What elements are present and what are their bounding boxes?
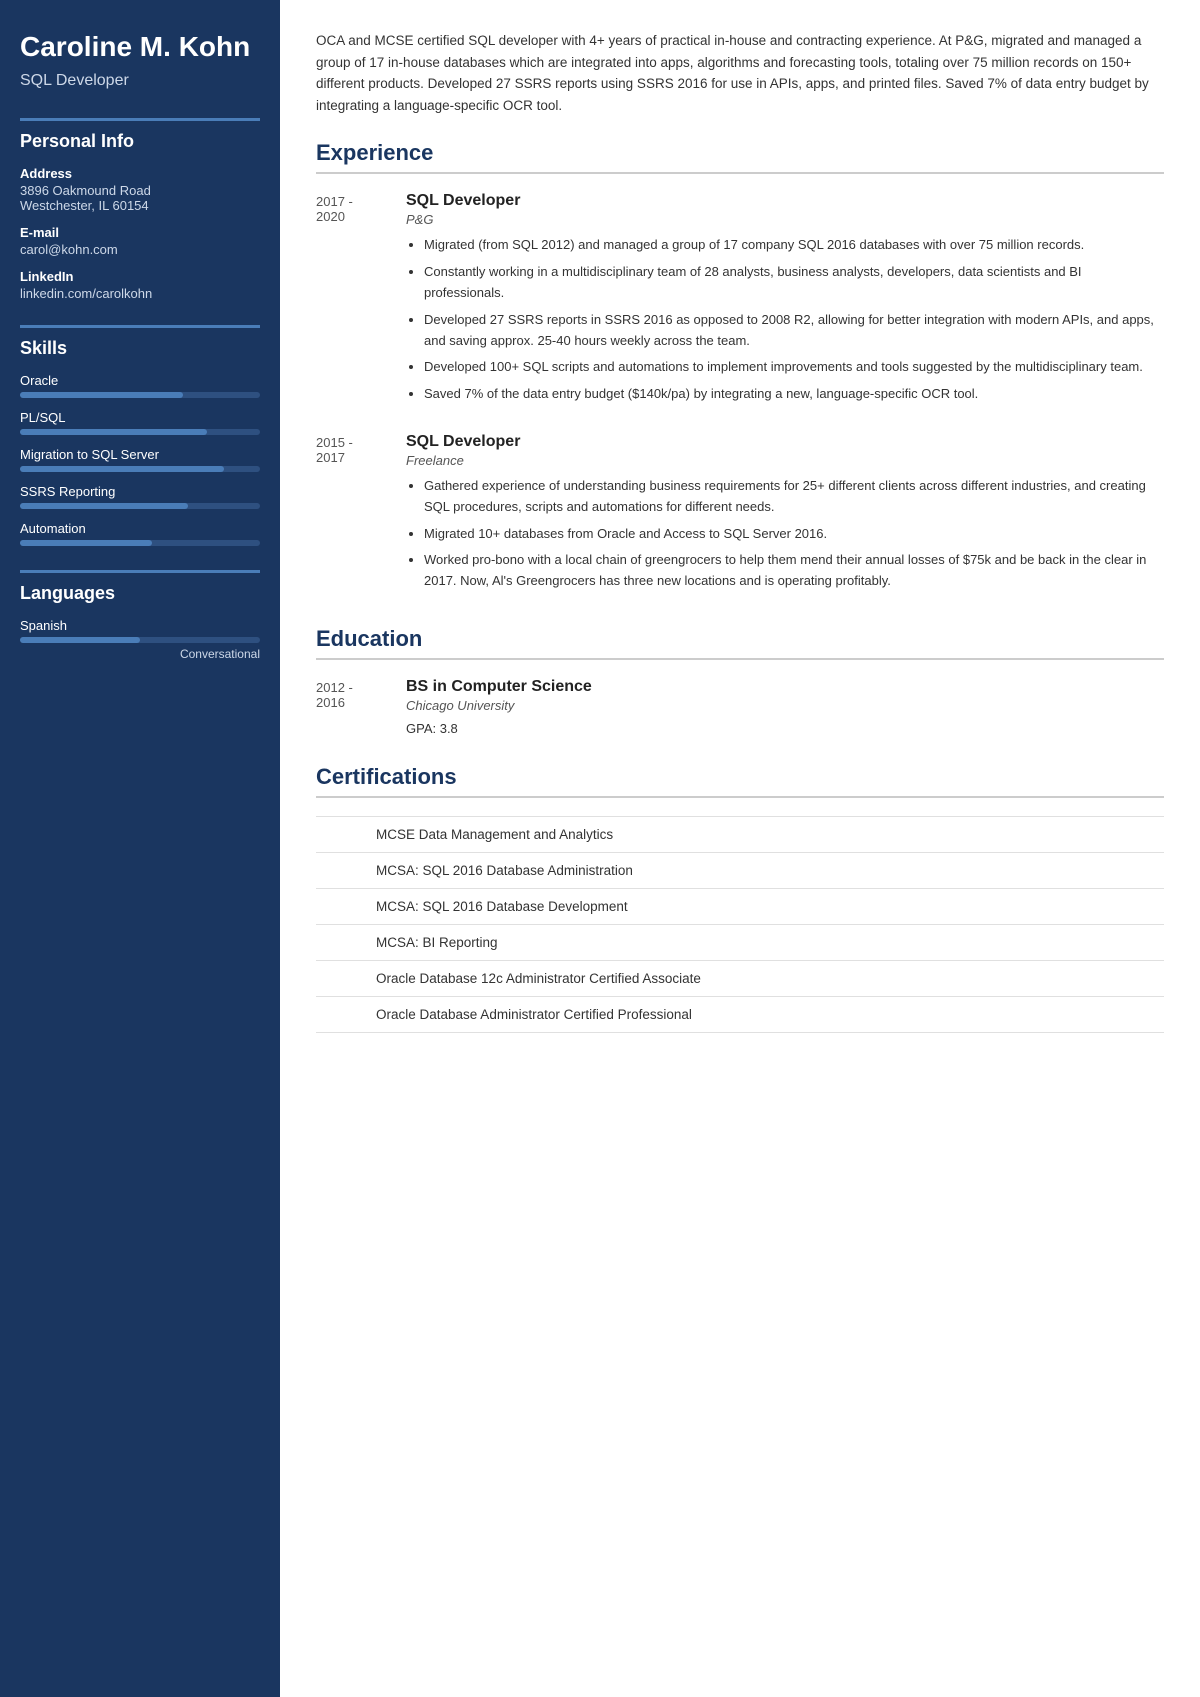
address-label: Address <box>20 166 260 181</box>
edu-degree-1: BS in Computer Science <box>406 678 1164 696</box>
entry-company-2: Freelance <box>406 453 1164 468</box>
bullet-1-3: Developed 27 SSRS reports in SSRS 2016 a… <box>424 310 1164 352</box>
cert-item-2: MCSA: SQL 2016 Database Administration <box>316 853 1164 889</box>
entry-bullets-1: Migrated (from SQL 2012) and managed a g… <box>406 235 1164 405</box>
experience-entry-2: 2015 - 2017 SQL Developer Freelance Gath… <box>316 433 1164 598</box>
skill-automation: Automation <box>20 521 260 546</box>
experience-heading: Experience <box>316 140 1164 174</box>
entry-title-1: SQL Developer <box>406 192 1164 210</box>
personal-info-heading: Personal Info <box>20 118 260 152</box>
entry-dates-2: 2015 - 2017 <box>316 433 406 598</box>
certifications-heading: Certifications <box>316 764 1164 798</box>
sidebar: Caroline M. Kohn SQL Developer Personal … <box>0 0 280 1697</box>
edu-body-1: BS in Computer Science Chicago Universit… <box>406 678 1164 736</box>
entry-title-2: SQL Developer <box>406 433 1164 451</box>
email-label: E-mail <box>20 225 260 240</box>
bullet-1-4: Developed 100+ SQL scripts and automatio… <box>424 357 1164 378</box>
cert-item-6: Oracle Database Administrator Certified … <box>316 997 1164 1033</box>
skill-ssrs: SSRS Reporting <box>20 484 260 509</box>
linkedin-value: linkedin.com/carolkohn <box>20 286 260 301</box>
cert-item-4: MCSA: BI Reporting <box>316 925 1164 961</box>
bullet-1-5: Saved 7% of the data entry budget ($140k… <box>424 384 1164 405</box>
skill-oracle: Oracle <box>20 373 260 398</box>
languages-heading: Languages <box>20 570 260 604</box>
language-spanish: Spanish Conversational <box>20 618 260 661</box>
education-heading: Education <box>316 626 1164 660</box>
entry-bullets-2: Gathered experience of understanding bus… <box>406 476 1164 592</box>
education-entry-1: 2012 - 2016 BS in Computer Science Chica… <box>316 678 1164 736</box>
edu-gpa-1: GPA: 3.8 <box>406 721 1164 736</box>
experience-entry-1: 2017 - 2020 SQL Developer P&G Migrated (… <box>316 192 1164 411</box>
candidate-title: SQL Developer <box>20 72 260 90</box>
candidate-name: Caroline M. Kohn <box>20 30 260 64</box>
cert-item-5: Oracle Database 12c Administrator Certif… <box>316 961 1164 997</box>
entry-body-1: SQL Developer P&G Migrated (from SQL 201… <box>406 192 1164 411</box>
skill-migration: Migration to SQL Server <box>20 447 260 472</box>
entry-body-2: SQL Developer Freelance Gathered experie… <box>406 433 1164 598</box>
bullet-2-3: Worked pro-bono with a local chain of gr… <box>424 550 1164 592</box>
certifications-section: Certifications MCSE Data Management and … <box>316 764 1164 1033</box>
email-value: carol@kohn.com <box>20 242 260 257</box>
bullet-1-2: Constantly working in a multidisciplinar… <box>424 262 1164 304</box>
cert-list: MCSE Data Management and Analytics MCSA:… <box>316 816 1164 1033</box>
skills-heading: Skills <box>20 325 260 359</box>
bullet-2-1: Gathered experience of understanding bus… <box>424 476 1164 518</box>
entry-dates-1: 2017 - 2020 <box>316 192 406 411</box>
cert-item-1: MCSE Data Management and Analytics <box>316 816 1164 853</box>
resume-container: Caroline M. Kohn SQL Developer Personal … <box>0 0 1200 1697</box>
main-content: OCA and MCSE certified SQL developer wit… <box>280 0 1200 1697</box>
edu-school-1: Chicago University <box>406 698 1164 713</box>
experience-section: Experience 2017 - 2020 SQL Developer P&G… <box>316 140 1164 598</box>
cert-item-3: MCSA: SQL 2016 Database Development <box>316 889 1164 925</box>
bullet-2-2: Migrated 10+ databases from Oracle and A… <box>424 524 1164 545</box>
edu-dates-1: 2012 - 2016 <box>316 678 406 736</box>
skill-plsql: PL/SQL <box>20 410 260 435</box>
address-value: 3896 Oakmound RoadWestchester, IL 60154 <box>20 183 260 213</box>
summary-text: OCA and MCSE certified SQL developer wit… <box>316 30 1164 116</box>
entry-company-1: P&G <box>406 212 1164 227</box>
linkedin-label: LinkedIn <box>20 269 260 284</box>
bullet-1-1: Migrated (from SQL 2012) and managed a g… <box>424 235 1164 256</box>
education-section: Education 2012 - 2016 BS in Computer Sci… <box>316 626 1164 736</box>
